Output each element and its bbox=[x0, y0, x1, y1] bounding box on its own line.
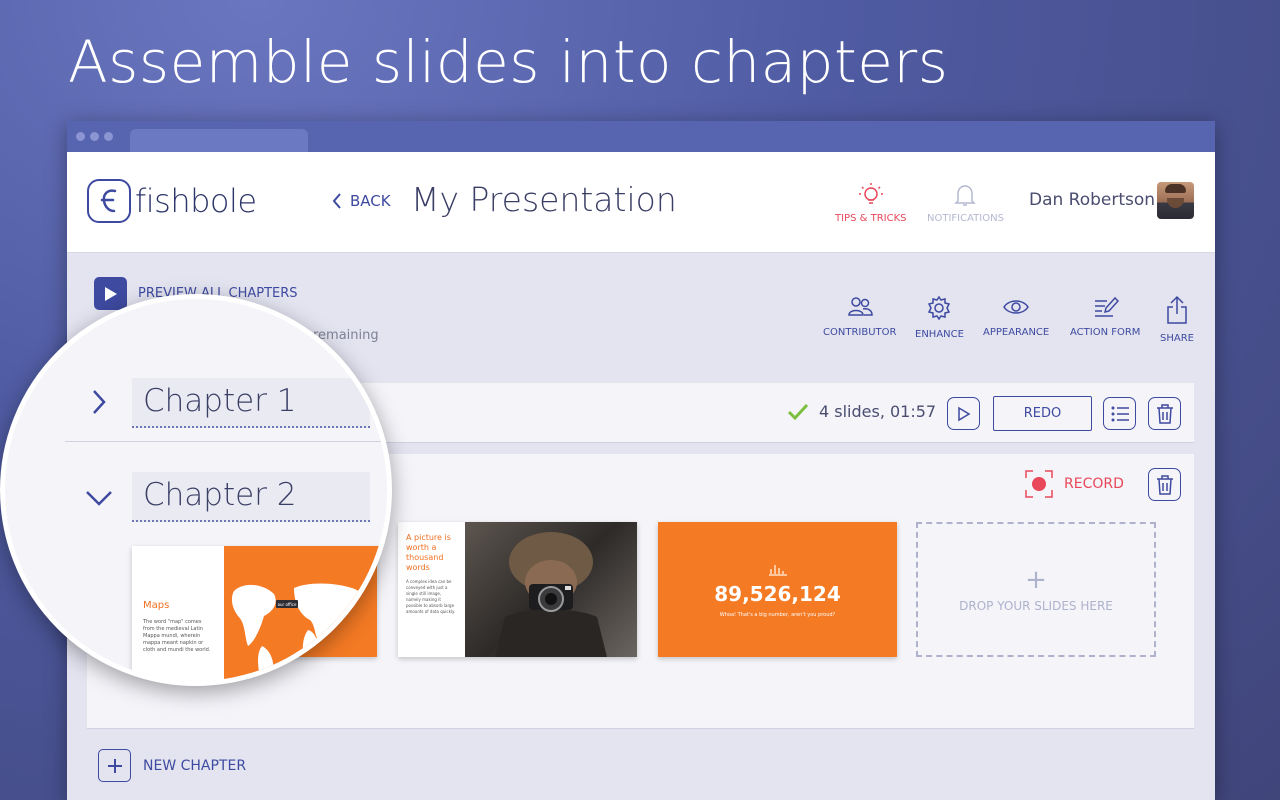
map-tag: our office bbox=[278, 602, 297, 607]
notifications-button[interactable]: NOTIFICATIONS bbox=[927, 182, 1004, 224]
plus-icon: + bbox=[1025, 564, 1047, 595]
chevron-down-icon[interactable] bbox=[85, 489, 113, 507]
action-form-button[interactable]: ACTION FORM bbox=[1070, 295, 1140, 338]
chapter-name-field[interactable]: Chapter 2 bbox=[132, 472, 370, 522]
notifications-label: NOTIFICATIONS bbox=[927, 213, 1004, 224]
presentation-title[interactable]: My Presentation bbox=[411, 180, 677, 219]
browser-tab[interactable] bbox=[130, 129, 308, 152]
enhance-label: ENHANCE bbox=[915, 329, 964, 340]
hero-title: Assemble slides into chapters bbox=[68, 28, 949, 96]
chapter-name-field[interactable]: Chapter 1 bbox=[132, 378, 370, 428]
tips-label: TIPS & TRICKS bbox=[835, 213, 907, 224]
plus-icon bbox=[98, 749, 131, 782]
action-form-label: ACTION FORM bbox=[1070, 327, 1141, 338]
share-icon bbox=[1167, 295, 1187, 324]
eye-icon bbox=[1003, 300, 1029, 314]
record-label: RECORD bbox=[1064, 476, 1124, 492]
chevron-left-icon bbox=[332, 193, 341, 209]
delete-chapter-button[interactable] bbox=[1148, 468, 1181, 501]
slide-list-button[interactable] bbox=[1103, 397, 1136, 430]
slide-subtitle: Whoa! That's a big number, aren't you pr… bbox=[719, 611, 836, 618]
contributor-button[interactable]: CONTRIBUTOR bbox=[823, 295, 896, 338]
slide-body: The word "map" comes from the medieval L… bbox=[143, 619, 211, 653]
chapter-status-text: 4 slides, 01:57 bbox=[819, 402, 937, 421]
new-chapter-label: NEW CHAPTER bbox=[143, 757, 247, 774]
window-chrome bbox=[67, 121, 1215, 152]
appearance-label: APPEARANCE bbox=[983, 327, 1050, 338]
new-chapter-button[interactable]: NEW CHAPTER bbox=[98, 749, 246, 782]
magnifier-lens: Chapter 1 Chapter 2 Maps The word "map" … bbox=[0, 294, 392, 686]
user-name[interactable]: Dan Robertson bbox=[1029, 190, 1155, 210]
camera-photo bbox=[465, 522, 637, 657]
delete-chapter-button[interactable] bbox=[1148, 397, 1181, 430]
appearance-button[interactable]: APPEARANCE bbox=[983, 295, 1049, 338]
chapter-status: 4 slides, 01:57 bbox=[787, 402, 936, 421]
form-icon bbox=[1095, 296, 1120, 317]
slide-big-number: 89,526,124 bbox=[714, 581, 841, 606]
share-button[interactable]: SHARE bbox=[1160, 295, 1194, 344]
world-map-image: our office bbox=[224, 546, 382, 681]
gear-icon bbox=[928, 295, 951, 321]
window-controls bbox=[76, 132, 113, 141]
slide-thumbnail[interactable]: Maps The word "map" comes from the medie… bbox=[132, 546, 382, 681]
trash-icon bbox=[1156, 474, 1173, 495]
bar-chart-icon bbox=[768, 564, 787, 576]
contributor-icon bbox=[847, 297, 873, 316]
play-icon bbox=[957, 406, 970, 421]
slide-drop-zone[interactable]: + DROP YOUR SLIDES HERE bbox=[916, 522, 1156, 657]
tips-button[interactable]: TIPS & TRICKS bbox=[835, 182, 906, 224]
slide-title: A picture is worth a thousand words bbox=[406, 533, 451, 572]
avatar[interactable] bbox=[1157, 182, 1194, 219]
list-icon bbox=[1111, 406, 1129, 421]
window-dot[interactable] bbox=[76, 132, 85, 141]
trash-icon bbox=[1156, 403, 1173, 424]
bell-icon bbox=[954, 185, 977, 206]
window-dot[interactable] bbox=[90, 132, 99, 141]
slide-thumbnail[interactable]: A picture is worth a thousand words A co… bbox=[398, 522, 637, 657]
play-chapter-button[interactable] bbox=[947, 397, 980, 430]
slide-thumbnail[interactable]: 89,526,124 Whoa! That's a big number, ar… bbox=[658, 522, 897, 657]
record-icon bbox=[1025, 470, 1053, 498]
checkmark-icon bbox=[787, 403, 809, 420]
logo[interactable]: fishbole bbox=[87, 179, 257, 223]
share-label: SHARE bbox=[1160, 333, 1194, 344]
redo-button[interactable]: REDO bbox=[993, 396, 1092, 431]
window-dot[interactable] bbox=[104, 132, 113, 141]
back-label: BACK bbox=[350, 192, 391, 210]
slide-body: A complex idea can be conveyed with just… bbox=[406, 579, 456, 614]
logo-text: fishbole bbox=[135, 182, 257, 220]
logo-mark-icon bbox=[87, 179, 131, 223]
record-button[interactable]: RECORD bbox=[1024, 469, 1124, 499]
chevron-right-icon[interactable] bbox=[91, 389, 107, 415]
app-header: fishbole BACK My Presentation TIPS & TRI… bbox=[67, 152, 1215, 253]
contributor-label: CONTRIBUTOR bbox=[823, 327, 897, 338]
enhance-button[interactable]: ENHANCE bbox=[915, 295, 964, 340]
lightbulb-icon bbox=[858, 183, 883, 204]
drop-zone-label: DROP YOUR SLIDES HERE bbox=[959, 598, 1113, 613]
back-button[interactable]: BACK bbox=[332, 192, 391, 210]
slide-title: Maps bbox=[143, 600, 170, 611]
